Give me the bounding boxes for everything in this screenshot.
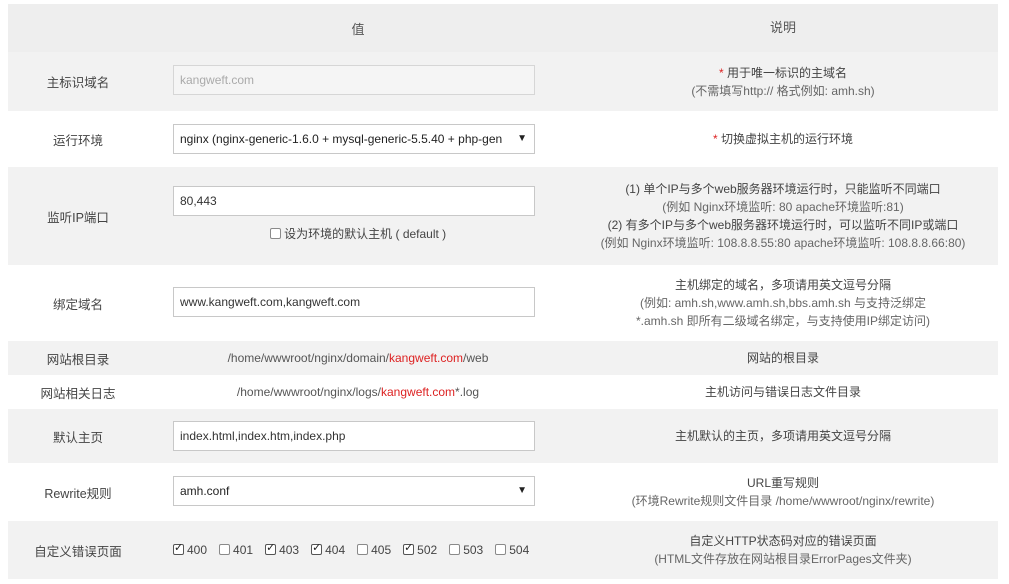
error-code-label: 400 bbox=[187, 543, 208, 557]
row-environment: 运行环境 nginx (nginx-generic-1.6.0 + mysql-… bbox=[8, 111, 998, 167]
main-domain-input: kangweft.com bbox=[173, 65, 535, 95]
error-pages-label: 自定义错误页面 bbox=[34, 544, 122, 559]
error-code-label: 404 bbox=[325, 543, 346, 557]
error-code-503[interactable]: 503 bbox=[449, 543, 483, 557]
error-code-label: 401 bbox=[233, 543, 254, 557]
error-code-400[interactable]: 400 bbox=[173, 541, 208, 557]
header-value: 值 bbox=[351, 21, 365, 37]
row-bind-domain: 绑定域名 www.kangweft.com,kangweft.com 主机绑定的… bbox=[8, 265, 998, 341]
error-code-checkbox[interactable] bbox=[311, 541, 323, 555]
error-code-label: 504 bbox=[509, 543, 530, 557]
web-root-desc: 网站的根目录 bbox=[746, 351, 819, 365]
listen-port-desc: (1) 单个IP与多个web服务器环境运行时，只能监听不同端口 (例如 Ngin… bbox=[600, 182, 966, 250]
table-header: 值 说明 bbox=[8, 4, 998, 52]
default-index-input[interactable]: index.html,index.htm,index.php bbox=[173, 421, 535, 451]
error-pages-desc: 自定义HTTP状态码对应的错误页面 (HTML文件存放在网站根目录ErrorPa… bbox=[654, 534, 912, 566]
error-code-401[interactable]: 401 bbox=[219, 543, 253, 557]
row-default-index: 默认主页 index.html,index.htm,index.php 主机默认… bbox=[8, 409, 998, 463]
listen-port-label: 监听IP端口 bbox=[47, 210, 109, 225]
bind-domain-label: 绑定域名 bbox=[52, 297, 103, 312]
rewrite-select[interactable]: amh.conf ▼ bbox=[173, 476, 535, 506]
default-host-option[interactable]: 设为环境的默认主机 ( default ) bbox=[148, 225, 568, 242]
row-rewrite: Rewrite规则 amh.conf ▼ URL重写规则 (环境Rewrite规则… bbox=[8, 463, 998, 521]
bind-domain-input[interactable]: www.kangweft.com,kangweft.com bbox=[173, 287, 535, 317]
web-logs-label: 网站相关日志 bbox=[40, 386, 116, 401]
default-index-label: 默认主页 bbox=[52, 430, 103, 445]
environment-label: 运行环境 bbox=[52, 133, 103, 148]
error-code-label: 502 bbox=[417, 543, 438, 557]
error-code-label: 405 bbox=[371, 543, 392, 557]
row-web-logs: 网站相关日志 /home/wwwroot/nginx/logs/kangweft… bbox=[8, 375, 998, 409]
error-code-checkbox[interactable] bbox=[173, 541, 184, 555]
listen-port-input[interactable]: 80,443 bbox=[173, 186, 535, 216]
bind-domain-desc: 主机绑定的域名，多项请用英文逗号分隔 (例如: amh.sh,www.amh.s… bbox=[635, 278, 931, 328]
main-domain-label: 主标识域名 bbox=[46, 76, 110, 90]
web-root-path: /home/wwwroot/nginx/domain/kangweft.com/… bbox=[227, 351, 489, 365]
error-code-504[interactable]: 504 bbox=[495, 543, 529, 557]
error-code-502[interactable]: 502 bbox=[403, 541, 438, 557]
error-code-403[interactable]: 403 bbox=[265, 541, 300, 557]
environment-desc: * 切换虚拟主机的运行环境 bbox=[712, 132, 853, 146]
error-code-label: 503 bbox=[463, 543, 484, 557]
error-code-checkbox[interactable] bbox=[357, 544, 369, 555]
environment-select[interactable]: nginx (nginx-generic-1.6.0 + mysql-gener… bbox=[173, 124, 535, 154]
error-code-404[interactable]: 404 bbox=[311, 541, 346, 557]
error-code-checkbox[interactable] bbox=[219, 544, 231, 555]
error-code-checkbox[interactable] bbox=[449, 544, 461, 555]
main-domain-desc: * 用于唯一标识的主域名 (不需填写http:// 格式例如: amh.sh) bbox=[691, 65, 875, 98]
rewrite-desc: URL重写规则 (环境Rewrite规则文件目录 /home/wwwroot/n… bbox=[631, 476, 935, 508]
web-logs-path: /home/wwwroot/nginx/logs/kangweft.com*.l… bbox=[236, 385, 480, 399]
row-error-pages: 自定义错误页面 400 401 403 404 405 502 503 504 自定义HTTP… bbox=[8, 521, 998, 579]
rewrite-label: Rewrite规则 bbox=[44, 486, 112, 501]
chevron-down-icon: ▼ bbox=[517, 133, 527, 144]
web-logs-desc: 主机访问与错误日志文件目录 bbox=[704, 385, 861, 399]
row-main-domain: 主标识域名 kangweft.com * 用于唯一标识的主域名 (不需填写htt… bbox=[8, 52, 998, 111]
error-code-list: 400 401 403 404 405 502 503 504 bbox=[173, 521, 541, 579]
row-listen-port: 监听IP端口 80,443 设为环境的默认主机 ( default ) (1) … bbox=[8, 167, 998, 265]
row-web-root: 网站根目录 /home/wwwroot/nginx/domain/kangwef… bbox=[8, 341, 998, 375]
error-code-label: 403 bbox=[279, 543, 300, 557]
default-host-checkbox[interactable] bbox=[269, 228, 281, 239]
error-code-checkbox[interactable] bbox=[403, 541, 415, 555]
default-index-desc: 主机默认的主页，多项请用英文逗号分隔 bbox=[674, 429, 891, 443]
error-code-405[interactable]: 405 bbox=[357, 543, 391, 557]
chevron-down-icon: ▼ bbox=[517, 485, 527, 496]
header-description: 说明 bbox=[769, 20, 796, 35]
web-root-label: 网站根目录 bbox=[46, 352, 110, 367]
error-code-checkbox[interactable] bbox=[495, 544, 507, 555]
error-code-checkbox[interactable] bbox=[265, 541, 277, 555]
